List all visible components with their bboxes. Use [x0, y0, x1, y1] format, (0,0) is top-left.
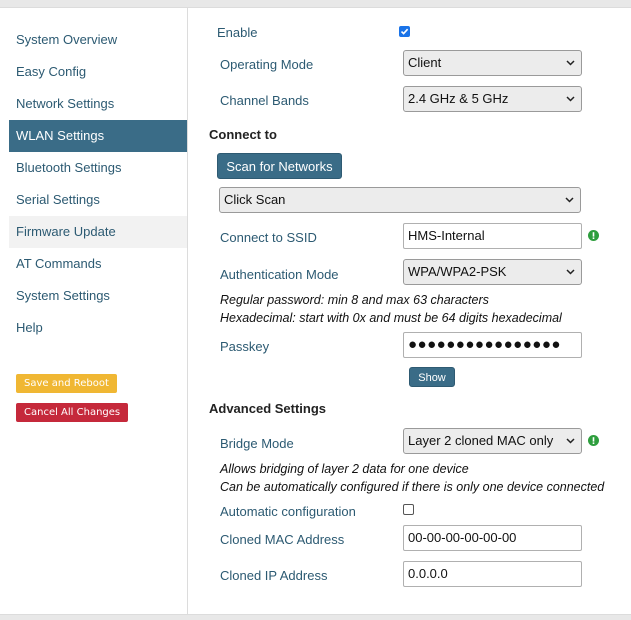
- channel-bands-select[interactable]: 2.4 GHz & 5 GHz: [403, 86, 582, 112]
- info-icon[interactable]: [588, 230, 599, 241]
- network-scan-value: Click Scan: [224, 192, 286, 207]
- cloned-ip-input[interactable]: 0.0.0.0: [403, 561, 582, 587]
- bridge-note-auto: Can be automatically configured if there…: [220, 480, 605, 494]
- sidebar-item-bluetooth-settings[interactable]: Bluetooth Settings: [9, 152, 187, 184]
- bridge-note-layer2: Allows bridging of layer 2 data for one …: [220, 462, 469, 476]
- chevron-down-icon: [566, 60, 575, 66]
- auto-config-checkbox[interactable]: [403, 504, 414, 515]
- save-and-reboot-button[interactable]: Save and Reboot: [16, 374, 117, 393]
- password-note-hex: Hexadecimal: start with 0x and must be 6…: [220, 311, 562, 325]
- sidebar-item-system-settings[interactable]: System Settings: [9, 280, 187, 312]
- info-icon[interactable]: [588, 435, 599, 446]
- sidebar-item-serial-settings[interactable]: Serial Settings: [9, 184, 187, 216]
- channel-bands-value: 2.4 GHz & 5 GHz: [408, 91, 509, 106]
- passkey-label: Passkey: [220, 339, 270, 354]
- bridge-mode-label: Bridge Mode: [220, 436, 294, 451]
- operating-mode-value: Client: [408, 55, 442, 70]
- bridge-mode-select[interactable]: Layer 2 cloned MAC only: [403, 428, 582, 454]
- auth-mode-select[interactable]: WPA/WPA2-PSK: [403, 259, 582, 285]
- scan-for-networks-button[interactable]: Scan for Networks: [217, 153, 342, 179]
- sidebar-item-system-overview[interactable]: System Overview: [9, 24, 187, 56]
- operating-mode-label: Operating Mode: [220, 57, 314, 72]
- sidebar-item-easy-config[interactable]: Easy Config: [9, 56, 187, 88]
- sidebar-item-help[interactable]: Help: [9, 312, 187, 344]
- cloned-mac-label: Cloned MAC Address: [220, 532, 345, 547]
- chevron-down-icon: [566, 269, 575, 275]
- auth-mode-value: WPA/WPA2-PSK: [408, 264, 507, 279]
- cloned-ip-label: Cloned IP Address: [220, 568, 328, 583]
- sidebar-item-firmware-update[interactable]: Firmware Update: [9, 216, 187, 248]
- show-passkey-button[interactable]: Show: [409, 367, 455, 387]
- sidebar-divider: [187, 8, 188, 614]
- auto-config-label: Automatic configuration: [220, 504, 356, 519]
- channel-bands-label: Channel Bands: [220, 93, 309, 108]
- chevron-down-icon: [566, 96, 575, 102]
- connect-to-heading: Connect to: [209, 127, 277, 142]
- bridge-mode-value: Layer 2 cloned MAC only: [408, 433, 554, 448]
- network-scan-select[interactable]: Click Scan: [219, 187, 581, 213]
- sidebar-item-at-commands[interactable]: AT Commands: [9, 248, 187, 280]
- password-note-regular: Regular password: min 8 and max 63 chara…: [220, 293, 489, 307]
- ssid-label: Connect to SSID: [220, 230, 317, 245]
- sidebar: System Overview Easy Config Network Sett…: [9, 24, 187, 422]
- advanced-settings-heading: Advanced Settings: [209, 401, 327, 416]
- checkmark-icon: [400, 28, 409, 35]
- chevron-down-icon: [565, 197, 574, 203]
- cloned-mac-input[interactable]: 00-00-00-00-00-00: [403, 525, 582, 551]
- page-frame: System Overview Easy Config Network Sett…: [0, 7, 631, 615]
- enable-checkbox[interactable]: [399, 26, 410, 37]
- cancel-all-changes-button[interactable]: Cancel All Changes: [16, 403, 129, 422]
- enable-label: Enable: [217, 25, 258, 40]
- sidebar-item-wlan-settings[interactable]: WLAN Settings: [9, 120, 187, 152]
- passkey-input[interactable]: ●●●●●●●●●●●●●●●●: [403, 332, 582, 358]
- chevron-down-icon: [566, 438, 575, 444]
- auth-mode-label: Authentication Mode: [220, 267, 339, 282]
- operating-mode-select[interactable]: Client: [403, 50, 582, 76]
- sidebar-item-network-settings[interactable]: Network Settings: [9, 88, 187, 120]
- ssid-input[interactable]: HMS-Internal: [403, 223, 582, 249]
